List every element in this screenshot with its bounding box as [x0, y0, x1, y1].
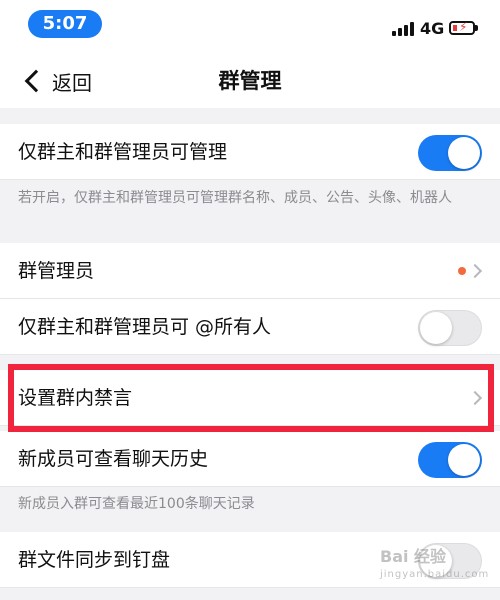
nav-bar: 返回 群管理 [0, 52, 500, 108]
unread-dot [458, 267, 466, 275]
setting-label: 群管理员 [18, 260, 95, 282]
network-type: 4G [420, 19, 445, 38]
at-all-toggle[interactable] [418, 310, 482, 346]
watermark-url: jingyan.baidu.com [380, 569, 490, 580]
setting-row-at-all: 仅群主和群管理员可 @所有人 [0, 299, 500, 355]
signal-icon [392, 22, 414, 36]
setting-row-mute[interactable]: 设置群内禁言 [0, 370, 500, 426]
watermark-brand: Bai 经验 [380, 547, 447, 566]
chevron-right-icon [467, 263, 483, 279]
status-bar: 5:07 4G ⚡ [0, 0, 500, 52]
setting-label: 设置群内禁言 [18, 387, 133, 409]
admin-only-manage-note: 若开启，仅群主和群管理员可管理群名称、成员、公告、头像、机器人 [18, 190, 452, 206]
chevron-right-icon [467, 390, 483, 406]
watermark: Bai 经验 jingyan.baidu.com [380, 548, 489, 584]
setting-row-group-admins[interactable]: 群管理员 [0, 243, 500, 299]
new-member-history-toggle[interactable] [418, 442, 482, 478]
setting-label: 群文件同步到钉盘 [18, 549, 171, 571]
new-member-history-note: 新成员入群可查看最近100条聊天记录 [18, 496, 255, 512]
setting-label: 新成员可查看聊天历史 [18, 448, 209, 470]
time-indicator: 5:07 [28, 10, 102, 38]
setting-label: 仅群主和群管理员可管理 [18, 141, 228, 163]
battery-icon: ⚡ [449, 20, 475, 35]
setting-label: 仅群主和群管理员可 @所有人 [18, 316, 272, 338]
battery-cap [475, 25, 478, 31]
setting-row-new-member-history: 新成员可查看聊天历史 [0, 431, 500, 487]
setting-row-admin-only-manage: 仅群主和群管理员可管理 [0, 124, 500, 180]
page-title: 群管理 [218, 69, 282, 93]
admin-only-manage-toggle[interactable] [418, 135, 482, 171]
